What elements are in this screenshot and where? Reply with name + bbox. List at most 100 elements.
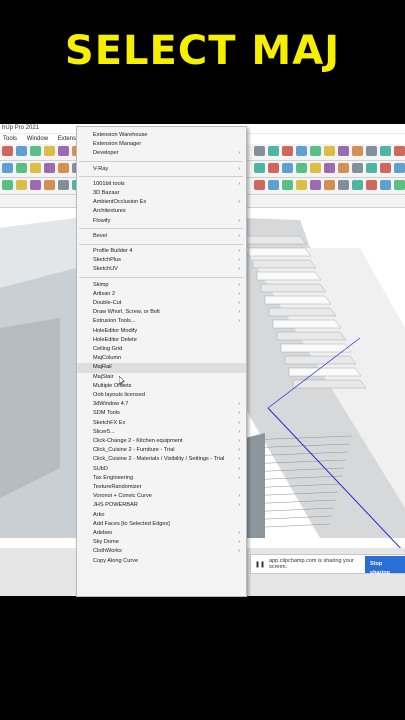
- toolbar-tool-icon[interactable]: [324, 146, 335, 156]
- menu-item-bevel[interactable]: Bevel ›: [77, 232, 246, 241]
- menu-item-draw-whorl-screw-or-bolt[interactable]: Draw Whorl, Screw, or Bolt ›: [77, 308, 246, 317]
- menu-item-slicer5[interactable]: Slicer5... ›: [77, 428, 246, 437]
- toolbar-tool-icon[interactable]: [2, 146, 13, 156]
- toolbar-tool-icon[interactable]: [394, 146, 405, 156]
- toolbar-tool-icon[interactable]: [394, 163, 405, 173]
- menu-item-profile-builder-4[interactable]: Profile Builder 4 ›: [77, 247, 246, 256]
- menu-item-v-ray[interactable]: V-Ray ›: [77, 165, 246, 174]
- menu-item-jhs-powerbar[interactable]: JHS POWERBAR ›: [77, 501, 246, 510]
- toolbar-tool-icon[interactable]: [366, 163, 377, 173]
- toolbar-tool-icon[interactable]: [338, 180, 349, 190]
- menu-window[interactable]: Window: [27, 136, 48, 142]
- toolbar-tool-icon[interactable]: [324, 163, 335, 173]
- menu-item-sketchfx-ex[interactable]: SketchFX Ex ›: [77, 419, 246, 428]
- toolbar-tool-icon[interactable]: [16, 146, 27, 156]
- menu-item-label: Architextures: [93, 208, 126, 215]
- toolbar-tool-icon[interactable]: [268, 180, 279, 190]
- submenu-chevron-icon: ›: [238, 180, 240, 187]
- toolbar-tool-icon[interactable]: [324, 180, 335, 190]
- toolbar-tool-icon[interactable]: [380, 180, 391, 190]
- toolbar-tool-icon[interactable]: [310, 180, 321, 190]
- menu-item-holeeditor-delete[interactable]: HoleEditor Delete: [77, 336, 246, 345]
- toolbar-tool-icon[interactable]: [296, 180, 307, 190]
- menu-item-sky-dome[interactable]: Sky Dome ›: [77, 538, 246, 547]
- menu-item-3dwindow-4-7[interactable]: 3dWindow 4.7 ›: [77, 400, 246, 409]
- menu-item-label: Add Faces [to Selected Edges]: [93, 520, 170, 527]
- toolbar-tool-icon[interactable]: [16, 163, 27, 173]
- menu-item-majrail[interactable]: MajRail: [77, 363, 246, 373]
- menu-item-majcolumn[interactable]: MajColumn: [77, 354, 246, 363]
- menu-item-arko[interactable]: Arko: [77, 511, 246, 520]
- toolbar-tool-icon[interactable]: [282, 163, 293, 173]
- toolbar-tool-icon[interactable]: [296, 163, 307, 173]
- menu-item-extension-manager[interactable]: Extension Manager: [77, 140, 246, 149]
- menu-item-add-faces-to-selected-edges[interactable]: Add Faces [to Selected Edges]: [77, 520, 246, 529]
- menu-item-clothworks[interactable]: ClothWorks ›: [77, 547, 246, 556]
- menu-item-majstair[interactable]: MajStair: [77, 373, 246, 382]
- toolbar-tool-icon[interactable]: [30, 180, 41, 190]
- menu-item-oob-layouts-licensed[interactable]: Oob layouts licensed: [77, 391, 246, 400]
- menu-item-developer[interactable]: Developer ›: [77, 149, 246, 158]
- menu-item-holeeditor-modify[interactable]: HoleEditor Modify: [77, 327, 246, 336]
- toolbar-tool-icon[interactable]: [30, 163, 41, 173]
- toolbar-tool-icon[interactable]: [366, 180, 377, 190]
- toolbar-tool-icon[interactable]: [394, 180, 405, 190]
- toolbar-tool-icon[interactable]: [366, 146, 377, 156]
- menu-item-double-cut[interactable]: Double-Cut ›: [77, 299, 246, 308]
- menu-item-sketchplus[interactable]: SketchPlus ›: [77, 256, 246, 265]
- toolbar-tool-icon[interactable]: [282, 146, 293, 156]
- menu-item-architextures[interactable]: Architextures: [77, 207, 246, 216]
- toolbar-tool-icon[interactable]: [282, 180, 293, 190]
- menu-item-artisan-2[interactable]: Artisan 2 ›: [77, 290, 246, 299]
- toolbar-tool-icon[interactable]: [310, 146, 321, 156]
- menu-item-texturerandomizer[interactable]: TextureRandomizer: [77, 483, 246, 492]
- menu-item-voronoi-convic-curve[interactable]: Voronoi + Convic Curve ›: [77, 492, 246, 501]
- stop-sharing-button[interactable]: Stop sharing: [365, 555, 405, 576]
- menu-item-subd[interactable]: SUbD ›: [77, 465, 246, 474]
- toolbar-tool-icon[interactable]: [2, 163, 13, 173]
- menu-item-1001bit-tools[interactable]: 1001bit tools ›: [77, 180, 246, 189]
- menu-item-skimp[interactable]: Skimp ›: [77, 281, 246, 290]
- toolbar-tool-icon[interactable]: [30, 146, 41, 156]
- menu-item-ceiling-grid[interactable]: Ceiling Grid: [77, 345, 246, 354]
- menu-item-extrusion-tools[interactable]: Extrusion Tools... ›: [77, 317, 246, 326]
- toolbar-tool-icon[interactable]: [44, 163, 55, 173]
- menu-item-adebeo[interactable]: Adebeo ›: [77, 529, 246, 538]
- toolbar-tool-icon[interactable]: [268, 163, 279, 173]
- menu-item-copy-along-curve[interactable]: Copy Along Curve: [77, 557, 246, 566]
- menu-item-multiple-offsets[interactable]: Multiple Offsets: [77, 382, 246, 391]
- toolbar-tool-icon[interactable]: [2, 180, 13, 190]
- toolbar-tool-icon[interactable]: [296, 146, 307, 156]
- toolbar-tool-icon[interactable]: [58, 163, 69, 173]
- toolbar-tool-icon[interactable]: [352, 180, 363, 190]
- toolbar-tool-icon[interactable]: [44, 180, 55, 190]
- toolbar-tool-icon[interactable]: [380, 163, 391, 173]
- menu-item-click-cuisine-2-furniture-trial[interactable]: Click_Cuisine 2 - Furniture - Trial ›: [77, 446, 246, 455]
- menu-item-click-cuisine-2-materials-visibility-settings-trial[interactable]: Click_Cuisine 2 - Materials / Visibility…: [77, 455, 246, 464]
- menu-item-3d-bazaar[interactable]: 3D Bazaar: [77, 189, 246, 198]
- toolbar-tool-icon[interactable]: [310, 163, 321, 173]
- submenu-chevron-icon: ›: [238, 217, 240, 224]
- toolbar-tool-icon[interactable]: [44, 146, 55, 156]
- toolbar-tool-icon[interactable]: [58, 146, 69, 156]
- toolbar-tool-icon[interactable]: [338, 146, 349, 156]
- toolbar-tool-icon[interactable]: [254, 163, 265, 173]
- toolbar-tool-icon[interactable]: [254, 180, 265, 190]
- toolbar-tool-icon[interactable]: [16, 180, 27, 190]
- menu-item-label: Tax Engineering: [93, 474, 134, 481]
- toolbar-tool-icon[interactable]: [338, 163, 349, 173]
- menu-item-flowify[interactable]: Flowify ›: [77, 217, 246, 226]
- menu-item-sketchuv[interactable]: SketchUV ›: [77, 265, 246, 274]
- toolbar-tool-icon[interactable]: [268, 146, 279, 156]
- menu-item-click-change-2-kitchen-equipment[interactable]: Click-Change 2 - Kitchen equipment ›: [77, 437, 246, 446]
- toolbar-tool-icon[interactable]: [380, 146, 391, 156]
- menu-tools[interactable]: Tools: [3, 136, 17, 142]
- toolbar-tool-icon[interactable]: [254, 146, 265, 156]
- menu-item-sdm-tools[interactable]: SDM Tools ›: [77, 409, 246, 418]
- menu-item-extension-warehouse[interactable]: Extension Warehouse: [77, 131, 246, 140]
- toolbar-tool-icon[interactable]: [352, 146, 363, 156]
- toolbar-tool-icon[interactable]: [352, 163, 363, 173]
- menu-item-tax-engineering[interactable]: Tax Engineering ›: [77, 474, 246, 483]
- toolbar-tool-icon[interactable]: [58, 180, 69, 190]
- menu-item-ambientocclusion-ex[interactable]: AmbientOcclusion Ex ›: [77, 198, 246, 207]
